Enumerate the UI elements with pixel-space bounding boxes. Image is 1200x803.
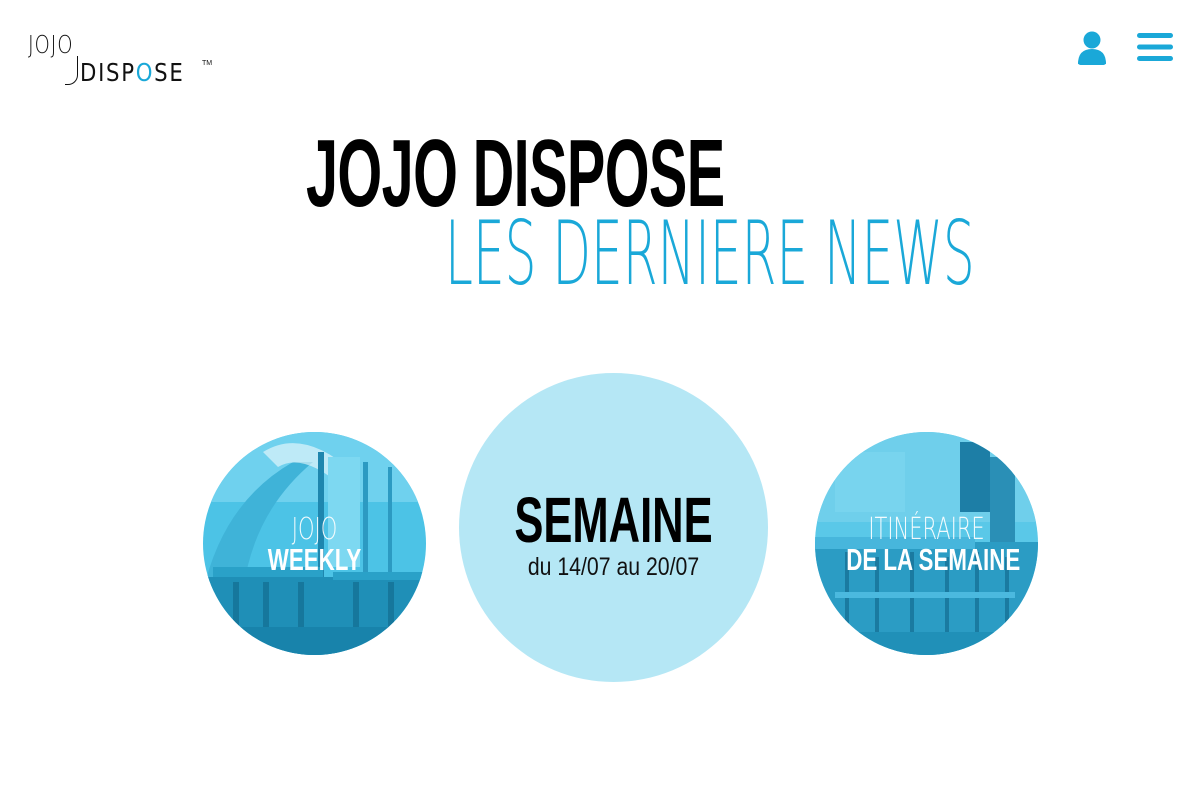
- user-icon[interactable]: [1076, 30, 1108, 66]
- weekly-label-line2: WEEKLY: [267, 542, 362, 577]
- week-dates: du 14/07 au 20/07: [527, 553, 700, 581]
- week-card[interactable]: SEMAINE du 14/07 au 20/07: [459, 373, 768, 682]
- logo-text-b: SE: [154, 58, 185, 87]
- itinerary-card[interactable]: ITINÉRAIRE DE LA SEMAINE: [815, 432, 1038, 655]
- logo-pin: O: [135, 58, 155, 87]
- hamburger-menu-icon[interactable]: [1137, 32, 1173, 62]
- logo-text-a: DISP: [80, 58, 136, 87]
- itinerary-label-line2: DE LA SEMAINE: [846, 542, 1021, 577]
- jojo-weekly-card[interactable]: JOJO WEEKLY: [203, 432, 426, 655]
- page-subtitle: LES DERNIERE NEWS: [445, 202, 975, 305]
- logo-trademark: TM: [202, 60, 213, 67]
- logo-line-2: DISPOSE: [80, 58, 184, 87]
- week-title: SEMAINE: [514, 484, 713, 556]
- logo-hook: [65, 56, 78, 85]
- site-logo[interactable]: JOJO DISPOSE TM: [28, 30, 218, 92]
- page: JOJO DISPOSE TM JOJO DISPOSE LES DERNIER…: [0, 0, 1200, 803]
- logo-line-1: JOJO: [28, 30, 74, 59]
